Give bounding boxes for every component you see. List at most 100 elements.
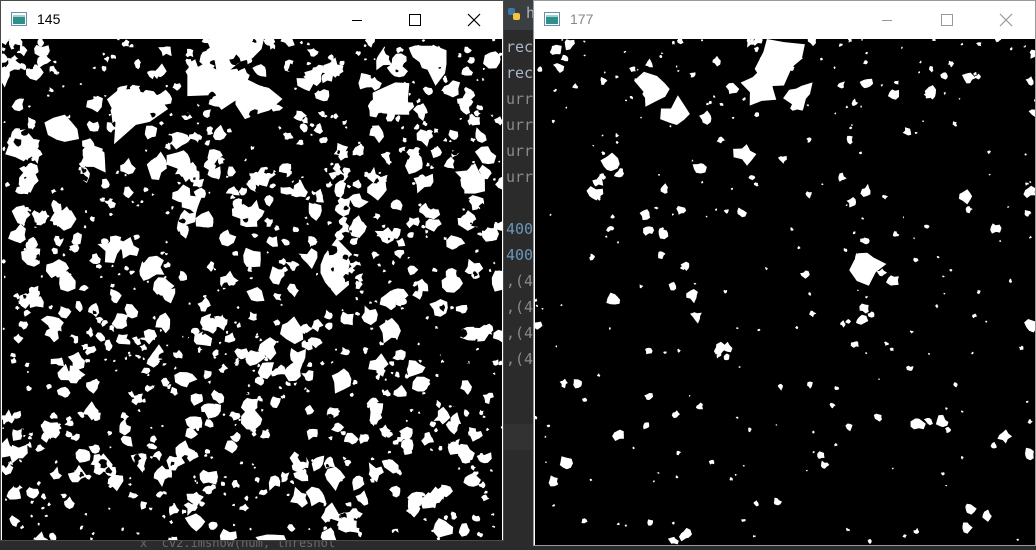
white-region bbox=[887, 89, 900, 100]
white-region bbox=[284, 361, 303, 382]
minimize-button[interactable] bbox=[334, 1, 380, 39]
white-region bbox=[834, 442, 838, 447]
maximize-button[interactable] bbox=[924, 1, 970, 39]
white-region bbox=[616, 522, 620, 526]
white-region bbox=[425, 235, 429, 238]
white-region bbox=[78, 284, 89, 292]
white-region bbox=[865, 351, 868, 355]
white-region bbox=[37, 522, 40, 526]
white-region bbox=[385, 110, 396, 122]
white-region bbox=[305, 486, 327, 507]
white-region bbox=[181, 509, 187, 515]
white-region bbox=[902, 127, 912, 136]
maximize-button[interactable] bbox=[392, 1, 438, 39]
white-region bbox=[474, 146, 497, 165]
white-region bbox=[867, 311, 875, 318]
white-region bbox=[1027, 419, 1033, 424]
white-region bbox=[435, 326, 438, 329]
white-region bbox=[174, 271, 181, 276]
white-region bbox=[38, 498, 43, 502]
white-region bbox=[264, 217, 273, 227]
white-region bbox=[30, 514, 33, 518]
white-region bbox=[27, 105, 31, 108]
close-button[interactable] bbox=[451, 1, 497, 39]
white-region bbox=[377, 263, 381, 267]
white-region bbox=[700, 39, 704, 42]
white-region bbox=[565, 106, 568, 110]
white-region bbox=[294, 87, 297, 90]
white-region bbox=[426, 486, 429, 489]
white-region bbox=[39, 350, 42, 354]
white-region bbox=[390, 371, 394, 375]
window-titlebar[interactable]: 145 bbox=[1, 1, 503, 39]
white-region bbox=[306, 42, 310, 46]
white-region bbox=[943, 292, 946, 295]
code-line: urr bbox=[506, 142, 534, 160]
white-region bbox=[226, 175, 229, 178]
code-editor[interactable]: rec rec urr urr urr urr 400 400 ,(4 ,(4 ,(4 ,(4 bbox=[506, 34, 533, 372]
image-window-145[interactable]: 145 bbox=[0, 0, 504, 541]
white-region bbox=[378, 171, 382, 174]
white-region bbox=[208, 191, 211, 194]
window-titlebar[interactable]: 177 bbox=[534, 1, 1035, 39]
white-region bbox=[845, 105, 849, 109]
close-button[interactable] bbox=[983, 1, 1029, 39]
white-region bbox=[173, 349, 183, 359]
white-region bbox=[270, 103, 284, 112]
white-region bbox=[124, 356, 128, 361]
white-region bbox=[358, 531, 362, 538]
white-region bbox=[405, 419, 409, 423]
white-region bbox=[677, 348, 681, 353]
white-region bbox=[109, 212, 114, 217]
white-region bbox=[877, 378, 880, 381]
white-region bbox=[95, 332, 106, 342]
white-region bbox=[500, 426, 502, 430]
white-region bbox=[731, 116, 735, 120]
white-region bbox=[994, 39, 1002, 43]
white-region bbox=[44, 514, 48, 518]
white-region bbox=[148, 507, 153, 511]
minimize-button[interactable] bbox=[864, 1, 910, 39]
white-region bbox=[573, 379, 582, 389]
white-region bbox=[1028, 235, 1032, 239]
white-region bbox=[152, 315, 156, 320]
white-region bbox=[234, 321, 237, 324]
white-region bbox=[990, 441, 997, 449]
white-region bbox=[443, 236, 447, 240]
white-region bbox=[467, 57, 475, 64]
white-region bbox=[592, 144, 595, 147]
image-window-177[interactable]: 177 bbox=[533, 0, 1036, 546]
white-region bbox=[129, 477, 132, 480]
white-region bbox=[431, 267, 438, 273]
white-region bbox=[224, 440, 238, 454]
white-region bbox=[429, 421, 437, 428]
white-region bbox=[492, 372, 496, 375]
white-region bbox=[849, 252, 887, 286]
white-region bbox=[340, 346, 350, 356]
white-region bbox=[368, 301, 372, 304]
white-region bbox=[551, 119, 555, 124]
white-region bbox=[859, 303, 869, 314]
white-region bbox=[644, 393, 653, 400]
white-region bbox=[408, 93, 412, 96]
white-region bbox=[79, 83, 83, 85]
white-region bbox=[415, 278, 426, 290]
white-region bbox=[204, 140, 211, 146]
white-region bbox=[961, 410, 964, 413]
white-region bbox=[886, 275, 899, 286]
white-region bbox=[425, 162, 430, 167]
white-region bbox=[20, 524, 25, 530]
white-region bbox=[84, 210, 87, 214]
white-region bbox=[331, 368, 352, 394]
white-region bbox=[54, 460, 58, 464]
white-region bbox=[370, 457, 375, 461]
white-region bbox=[18, 321, 29, 330]
white-region bbox=[278, 258, 286, 266]
white-region bbox=[162, 514, 166, 519]
white-region bbox=[311, 190, 316, 196]
white-region bbox=[75, 448, 91, 463]
white-region bbox=[600, 152, 620, 172]
white-region bbox=[274, 225, 280, 231]
white-region bbox=[342, 119, 348, 125]
white-region bbox=[1007, 205, 1010, 208]
